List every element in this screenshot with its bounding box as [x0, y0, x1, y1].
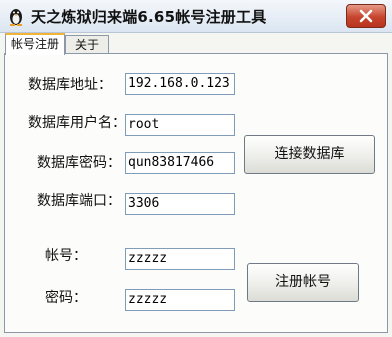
account-input[interactable]: zzzzz: [125, 248, 235, 270]
db-password-label: 数据库密码：: [37, 155, 121, 171]
app-window: 天之炼狱归来端6.65帐号注册工具 帐号注册 关于 数据库地址： 192.168…: [0, 0, 392, 337]
close-button[interactable]: [346, 4, 386, 28]
tab-account-register[interactable]: 帐号注册: [5, 33, 65, 55]
account-label: 帐号：: [45, 248, 87, 264]
penguin-icon: [10, 9, 22, 26]
close-icon: [359, 9, 373, 23]
register-account-button[interactable]: 注册帐号: [247, 263, 359, 302]
db-port-input[interactable]: 3306: [125, 193, 235, 215]
connect-database-button[interactable]: 连接数据库: [244, 135, 375, 174]
db-user-input[interactable]: root: [125, 114, 235, 136]
db-password-input[interactable]: qun83817466: [125, 152, 235, 174]
db-address-input[interactable]: 192.168.0.123: [125, 73, 235, 95]
title-bar[interactable]: 天之炼狱归来端6.65帐号注册工具: [0, 0, 392, 33]
register-panel: 数据库地址： 192.168.0.123 数据库用户名： root 数据库密码：…: [4, 53, 388, 333]
window-title: 天之炼狱归来端6.65帐号注册工具: [31, 8, 267, 26]
db-address-label: 数据库地址：: [28, 77, 112, 93]
password-input[interactable]: zzzzz: [125, 289, 235, 311]
tab-strip: 帐号注册 关于: [0, 32, 392, 55]
tab-about[interactable]: 关于: [65, 35, 109, 54]
db-user-label: 数据库用户名：: [28, 115, 126, 131]
password-label: 密码：: [45, 290, 87, 306]
db-port-label: 数据库端口：: [37, 193, 121, 209]
